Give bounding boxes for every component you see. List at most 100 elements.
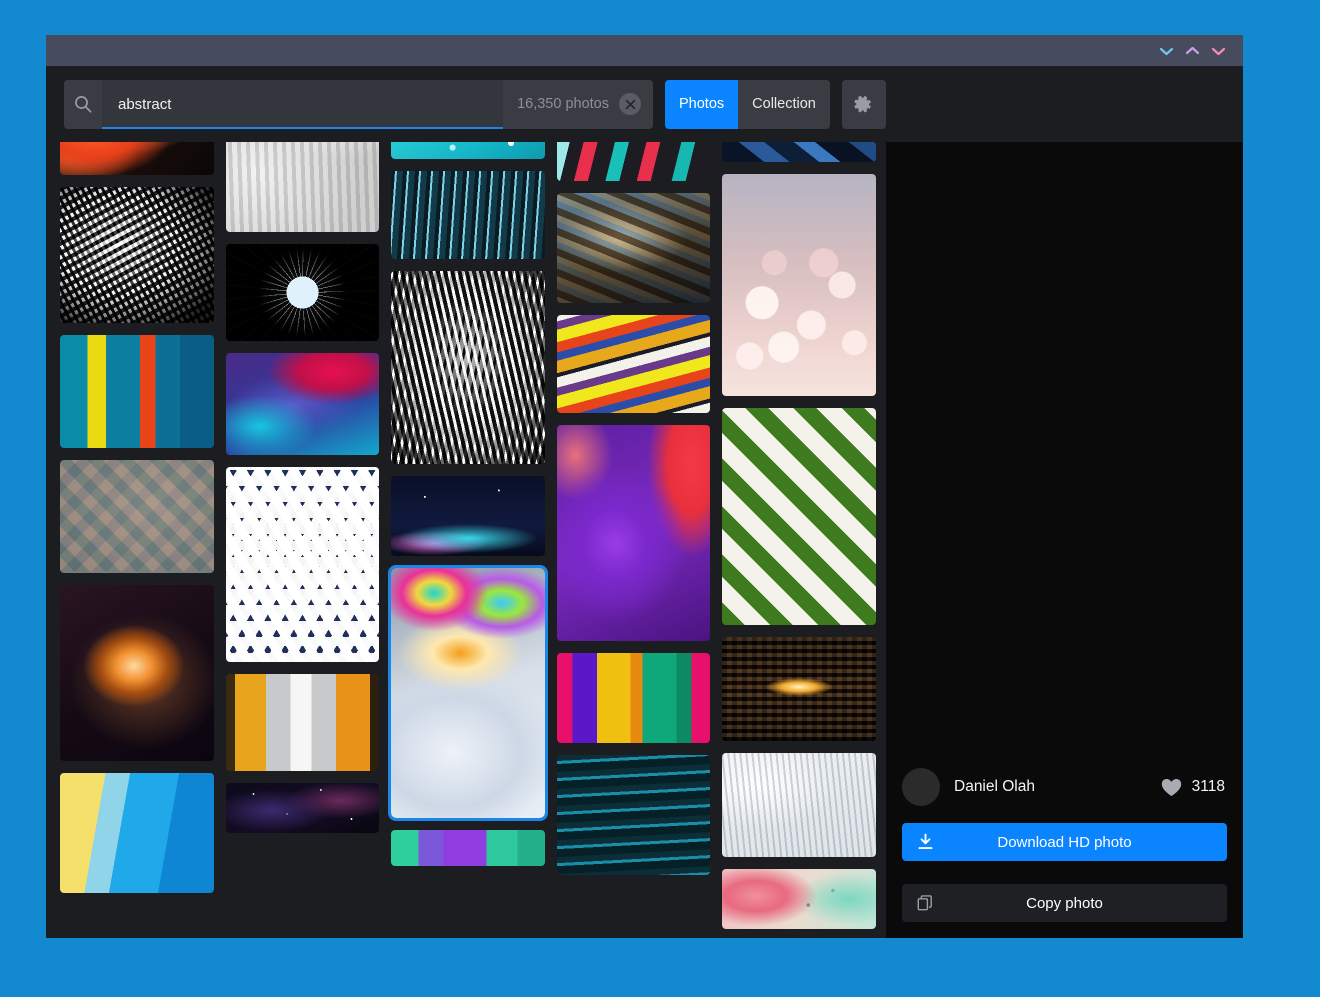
photo-thumb-white-lattice-structure: [225, 467, 380, 662]
photo-card-black-white-halftone-wave[interactable]: [60, 187, 214, 323]
chevron-down-icon: [1159, 47, 1173, 55]
photo-card-cmy-cone-gradient[interactable]: [556, 653, 711, 743]
author-row: Daniel Olah 3118: [902, 751, 1227, 823]
download-icon: [916, 833, 935, 852]
photo-card-golden-light-tunnel[interactable]: [722, 637, 876, 741]
photo-card-white-lattice-structure[interactable]: [225, 467, 380, 662]
photo-thumb-driftwood-texture: [556, 193, 711, 303]
settings-button[interactable]: [841, 79, 886, 129]
gear-icon: [854, 95, 872, 112]
photo-thumb-purple-space-nebula: [225, 783, 380, 833]
search-meta: 16,350 photos: [503, 79, 653, 129]
photo-card-teal-wave-lines[interactable]: [556, 755, 711, 875]
download-hd-photo-button[interactable]: Download HD photo: [902, 823, 1227, 861]
view-tabs: Photos Collection: [665, 79, 830, 129]
photo-card-gray-moire-pattern[interactable]: [391, 271, 545, 464]
photo-thumb-soap-bubble-swirl: [391, 568, 545, 818]
photo-thumb-white-paper-fans: [722, 753, 876, 857]
chevron-down-close-icon: [1211, 47, 1225, 55]
photo-thumb-yellow-blue-liquid-paint: [60, 773, 214, 893]
photo-card-dark-radial-tunnel[interactable]: [225, 244, 380, 341]
photo-card-torn-poster-strips[interactable]: [556, 315, 711, 413]
photo-grid[interactable]: [46, 142, 886, 938]
photo-thumb-teal-orange-paint-blocks: [60, 335, 214, 448]
grid-column: [60, 142, 214, 938]
photo-thumb-green-hedge-maze: [722, 408, 876, 625]
search-input-wrap: [102, 79, 504, 129]
photo-thumb-green-purple-gradient: [391, 830, 545, 866]
clear-search-button[interactable]: [619, 93, 641, 115]
chevron-up-icon: [1185, 46, 1199, 54]
grid-column: [722, 142, 876, 938]
close-button[interactable]: [1205, 38, 1231, 64]
search-focus-underline: [102, 126, 504, 129]
author-name: Daniel Olah: [954, 778, 1035, 795]
photo-thumb-red-teal-facade: [556, 142, 711, 181]
photo-thumb-teal-confetti-dots: [391, 142, 545, 159]
close-icon: [625, 99, 635, 109]
photo-thumb-teal-wave-lines: [556, 755, 711, 875]
body-split: Daniel Olah 3118 Download HD photo Copy …: [46, 142, 1243, 938]
search-input[interactable]: [118, 95, 504, 113]
maximize-button[interactable]: [1179, 38, 1205, 64]
copy-photo-label: Copy photo: [1026, 894, 1103, 912]
photo-card-white-layered-waves[interactable]: [225, 142, 380, 232]
photo-card-pink-green-spray[interactable]: [722, 869, 876, 929]
photo-card-blue-light-rays[interactable]: [391, 171, 545, 259]
photo-card-teal-confetti-dots[interactable]: [391, 142, 545, 159]
photo-thumb-gray-moire-pattern: [391, 271, 545, 464]
avatar[interactable]: [902, 768, 940, 806]
photo-card-pastel-diamond-shingles[interactable]: [60, 460, 214, 573]
photo-thumb-dark-radial-tunnel: [225, 244, 380, 341]
title-bar: [46, 35, 1243, 66]
photo-thumb-white-layered-waves: [225, 142, 380, 232]
photo-card-white-paper-fans[interactable]: [722, 753, 876, 857]
photo-card-teal-orange-paint-blocks[interactable]: [60, 335, 214, 448]
search-icon[interactable]: [64, 79, 102, 129]
photo-thumb-cmy-cone-gradient: [556, 653, 711, 743]
photo-thumb-red-cloud-smoke: [60, 142, 214, 175]
copy-icon: [916, 894, 935, 913]
preview-photo[interactable]: [902, 154, 1229, 751]
preview-panel: Daniel Olah 3118 Download HD photo Copy …: [886, 142, 1243, 938]
photo-card-night-city-lights[interactable]: [391, 476, 545, 556]
grid-column: [556, 142, 711, 938]
photo-card-yellow-blue-liquid-paint[interactable]: [60, 773, 214, 893]
photo-thumb-golden-light-tunnel: [722, 637, 876, 741]
photo-thumb-night-city-lights: [391, 476, 545, 556]
photo-card-purple-red-smoke[interactable]: [556, 425, 711, 641]
photo-card-red-teal-facade[interactable]: [556, 142, 711, 181]
grid-column: [225, 142, 380, 938]
photo-card-green-hedge-maze[interactable]: [722, 408, 876, 625]
photo-thumb-pink-blue-ink-cloud: [225, 353, 380, 455]
search-bar: 16,350 photos: [64, 79, 653, 129]
photo-thumb-orange-smoke-burst: [60, 585, 214, 761]
copy-photo-button[interactable]: Copy photo: [902, 884, 1227, 922]
photo-thumb-pastel-diamond-shingles: [60, 460, 214, 573]
photo-card-purple-space-nebula[interactable]: [225, 783, 380, 833]
heart-icon: [1161, 778, 1181, 796]
photo-card-gold-glass-towers[interactable]: [225, 674, 380, 771]
photo-thumb-gold-glass-towers: [225, 674, 380, 771]
grid-column: [388, 142, 548, 938]
photo-thumb-blue-geometric-facets: [722, 142, 876, 162]
photo-thumb-torn-poster-strips: [556, 315, 711, 413]
download-hd-photo-label: Download HD photo: [997, 833, 1132, 851]
photo-card-pink-bokeh-lights[interactable]: [722, 174, 876, 396]
photo-thumb-blue-light-rays: [391, 171, 545, 259]
photo-card-pink-blue-ink-cloud[interactable]: [225, 353, 380, 455]
tab-collection[interactable]: Collection: [738, 80, 830, 129]
toolbar: 16,350 photos Photos Collection: [46, 66, 1243, 142]
photo-card-red-cloud-smoke[interactable]: [60, 142, 214, 175]
photo-card-green-purple-gradient[interactable]: [391, 830, 545, 866]
photo-thumb-pink-green-spray: [722, 869, 876, 929]
minimize-button[interactable]: [1153, 38, 1179, 64]
photo-card-blue-geometric-facets[interactable]: [722, 142, 876, 162]
app-window: 16,350 photos Photos Collection: [46, 35, 1243, 938]
photo-thumb-purple-red-smoke: [556, 425, 711, 641]
likes-count: 3118: [1191, 778, 1225, 795]
photo-card-orange-smoke-burst[interactable]: [60, 585, 214, 761]
photo-card-soap-bubble-swirl[interactable]: [388, 565, 548, 821]
tab-photos[interactable]: Photos: [665, 79, 739, 129]
photo-card-driftwood-texture[interactable]: [556, 193, 711, 303]
